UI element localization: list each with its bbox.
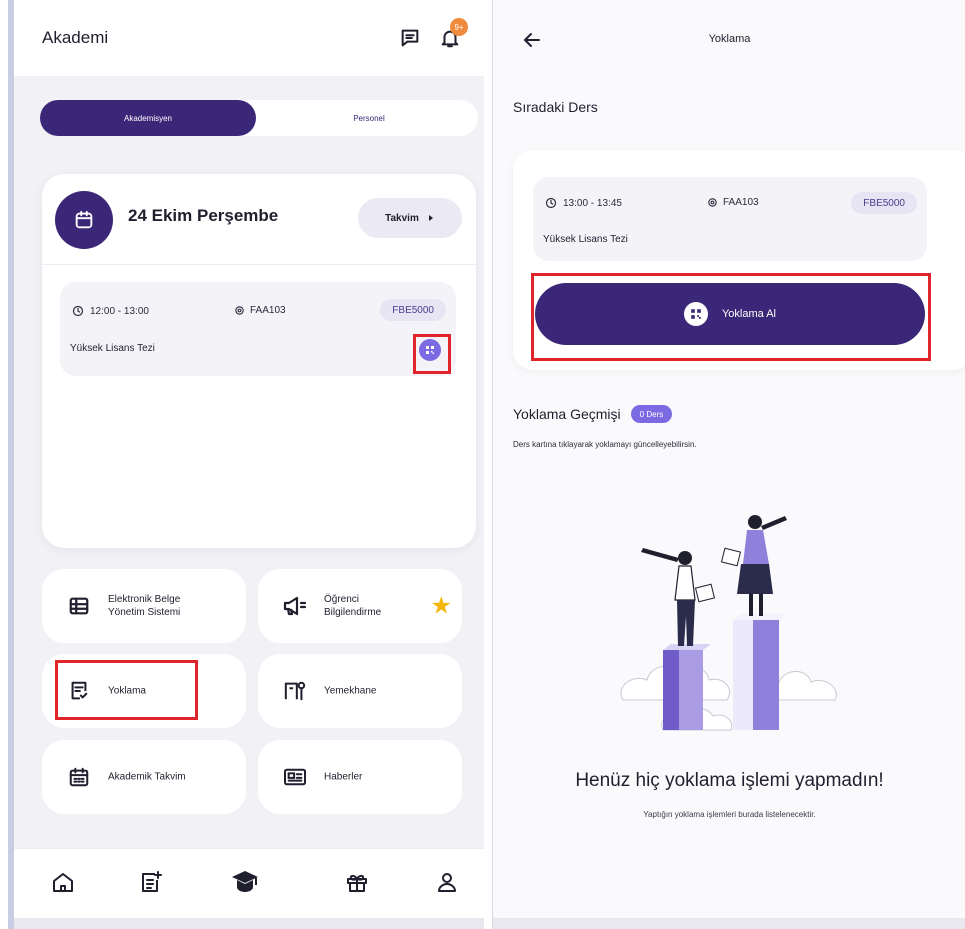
empty-state-subtitle: Yaptığın yoklama işlemleri burada listel… [643,810,816,819]
menu-label: Akademik Takvim [108,771,186,783]
table-icon [66,593,92,619]
screenshot-stage: Akademi 9+ Akademisyen Personel 24 Ekim … [0,0,965,929]
lesson-card[interactable]: 13:00 - 13:45 FAA103 FBE5000 Yüksek Lisa… [533,177,927,261]
news-icon [282,764,308,790]
qr-highlight-box [413,334,451,374]
top-app-bar: Akademi 9+ [14,0,484,76]
menu-label: Yemekhane [324,685,377,697]
bottom-navigation [14,848,484,918]
divider [42,264,476,265]
window-bottom-strip [14,918,484,929]
today-schedule-card: 24 Ekim Perşembe Takvim 12:00 - 13:00 FA… [42,174,476,548]
dining-icon [282,678,308,704]
app-title: Akademi [42,28,109,47]
history-heading: Yoklama Geçmişi 0 Ders [513,405,673,423]
segment-akademisyen[interactable]: Akademisyen [40,100,256,136]
caret-right-icon [428,215,433,221]
empty-state-title: Henüz hiç yoklama işlemi yapmadın! [575,770,884,791]
lesson-card[interactable]: 12:00 - 13:00 FAA103 FBE5000 Yüksek Lisa… [60,282,456,376]
notification-badge: 9+ [450,18,468,36]
megaphone-icon [282,593,308,619]
lesson-time: 12:00 - 13:00 [72,305,149,317]
segment-personel[interactable]: Personel [260,100,478,136]
yoklama-highlight-box [55,660,198,720]
empty-state-illustration [620,515,837,731]
lesson-time-text: 12:00 - 13:00 [90,305,149,317]
menu-news[interactable]: Haberler [258,740,462,814]
lesson-name: Yüksek Lisans Tezi [70,343,155,354]
menu-electronic-document-system[interactable]: Elektronik Belge Yönetim Sistemi [42,569,246,643]
course-code-badge: FBE5000 [380,299,446,321]
history-count-badge: 0 Ders [630,405,673,423]
history-hint: Ders kartına tıklayarak yoklamayı güncel… [513,440,697,449]
lesson-time: 13:00 - 13:45 [545,197,622,209]
course-code-badge: FBE5000 [851,192,917,214]
lesson-room-text: FAA103 [250,305,286,316]
lesson-name: Yüksek Lisans Tezi [543,234,628,245]
lesson-room: FAA103 [707,197,759,208]
role-segmented-control: Akademisyen Personel [40,100,478,136]
today-date-title: 24 Ekim Perşembe [128,206,279,225]
clock-icon [72,305,84,317]
menu-label: Haberler [324,771,363,783]
next-lesson-card: 13:00 - 13:45 FAA103 FBE5000 Yüksek Lisa… [513,150,965,370]
calendar-button-label: Takvim [385,212,419,224]
location-pin-icon [708,198,717,207]
calendar-icon [55,191,113,249]
page-title: Yoklama [708,33,751,45]
menu-label: Öğrenci Bilgilendirme [324,594,382,618]
messages-icon[interactable] [398,26,422,50]
location-pin-icon [235,306,244,315]
calendar-button[interactable]: Takvim [358,198,462,238]
next-lesson-heading: Sıradaki Ders [513,99,598,115]
profile-icon[interactable] [432,867,462,897]
star-icon: ★ [430,592,452,620]
calendar-grid-icon [66,764,92,790]
menu-academic-calendar[interactable]: Akademik Takvim [42,740,246,814]
home-icon[interactable] [48,867,78,897]
gift-icon[interactable] [342,867,372,897]
lesson-room: FAA103 [234,305,286,316]
lesson-room-text: FAA103 [723,197,759,208]
clock-icon [545,197,557,209]
notifications-button[interactable]: 9+ [438,18,468,50]
yoklama-screen: Yoklama Sıradaki Ders 13:00 - 13:45 FAA1… [492,0,965,929]
akademi-home-screen: Akademi 9+ Akademisyen Personel 24 Ekim … [8,0,484,929]
history-title: Yoklama Geçmişi [513,406,621,422]
menu-yemekhane[interactable]: Yemekhane [258,654,462,728]
graduation-cap-icon[interactable] [230,867,260,897]
button-highlight-box [531,273,931,361]
menu-student-information[interactable]: Öğrenci Bilgilendirme ★ [258,569,462,643]
menu-label: Elektronik Belge Yönetim Sistemi [108,594,181,618]
notes-icon[interactable] [136,867,166,897]
window-bottom-strip [493,918,965,929]
top-app-bar: Yoklama [493,0,965,80]
lesson-time-text: 13:00 - 13:45 [563,197,622,209]
